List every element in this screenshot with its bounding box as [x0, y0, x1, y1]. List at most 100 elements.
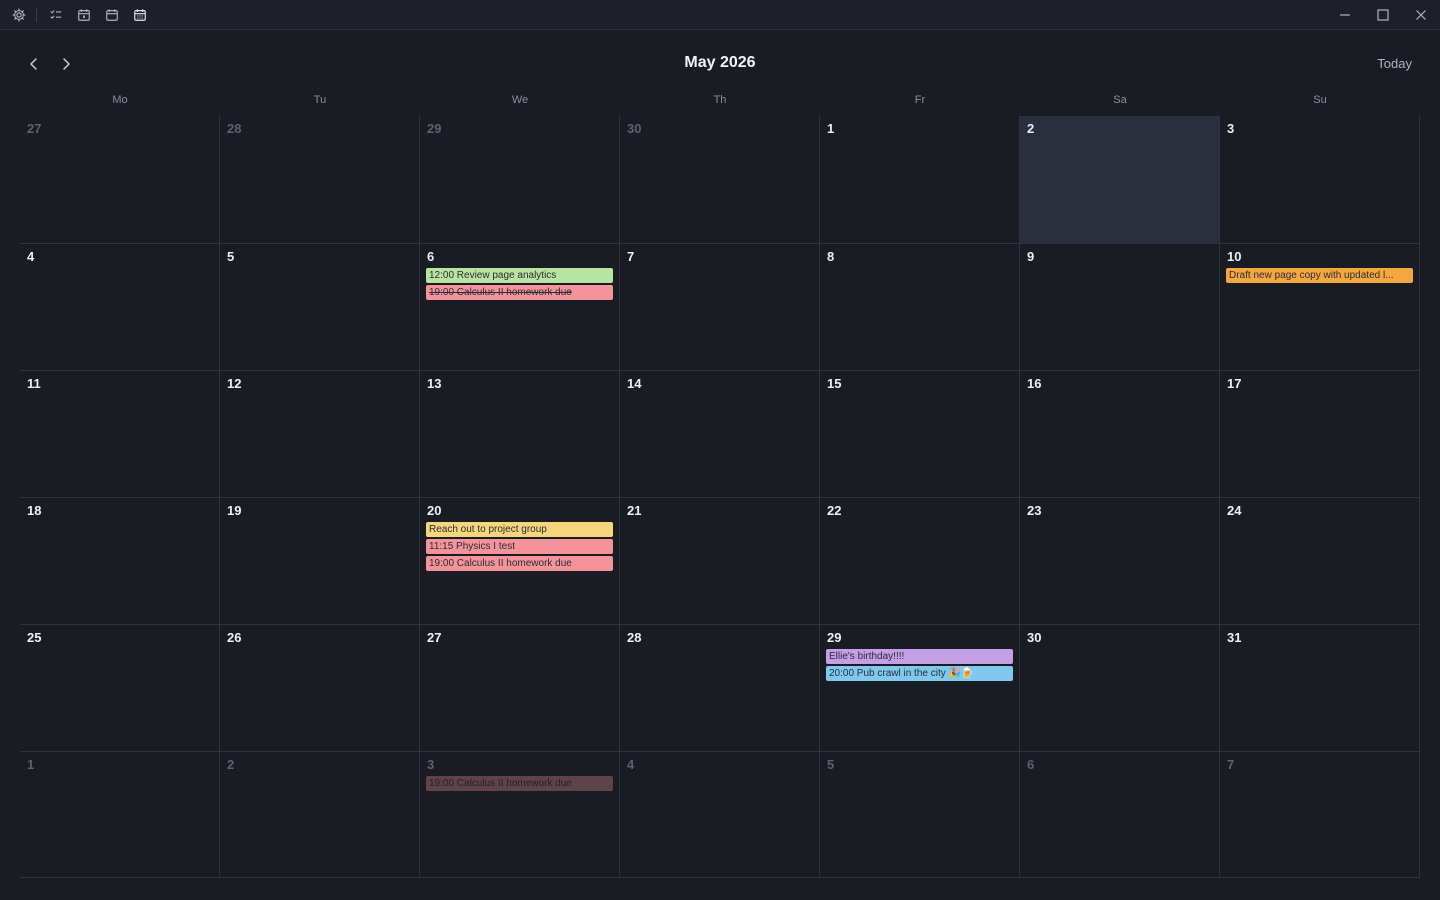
weekday-label: Fr [914, 94, 926, 106]
event-chip[interactable]: 19:00 Calculus II homework due [426, 556, 613, 571]
day-cell[interactable]: 19 [220, 497, 420, 624]
day-cell[interactable]: 8 [820, 243, 1020, 370]
day-cell[interactable]: 10 Draft new page copy with updated l... [1220, 243, 1420, 370]
toolbar-divider [36, 8, 37, 22]
maximize-icon[interactable] [1364, 0, 1402, 30]
day-cell[interactable]: 2 [1020, 116, 1220, 243]
day-cell[interactable]: 23 [1020, 497, 1220, 624]
day-number: 29 [827, 630, 842, 645]
weekday-label: Mo [112, 94, 128, 106]
day-cell[interactable]: 9 [1020, 243, 1220, 370]
day-cell[interactable]: 27 [20, 116, 220, 243]
day-cell[interactable]: 14 [620, 370, 820, 497]
day-number: 23 [1027, 503, 1042, 518]
day-cell[interactable]: 22 [820, 497, 1020, 624]
calendar-month-icon[interactable] [127, 0, 153, 30]
task-list-icon[interactable] [43, 0, 69, 30]
day-cell[interactable]: 7 [1220, 751, 1420, 878]
day-number: 7 [1227, 757, 1235, 772]
day-cell[interactable]: 16 [1020, 370, 1220, 497]
day-cell[interactable]: 21 [620, 497, 820, 624]
event-chip[interactable]: Reach out to project group [426, 522, 613, 537]
event-chip[interactable]: 20:00 Pub crawl in the city 🎉🍺 [826, 666, 1013, 681]
event-list: 12:00 Review page analytics 19:00 Calculu… [426, 268, 613, 300]
day-number: 1 [827, 121, 835, 136]
gear-icon[interactable] [6, 0, 32, 30]
day-cell[interactable]: 15 [820, 370, 1020, 497]
day-cell[interactable]: 17 [1220, 370, 1420, 497]
day-cell[interactable]: 5 [220, 243, 420, 370]
day-cell[interactable]: 1 [820, 116, 1020, 243]
day-cell[interactable]: 7 [620, 243, 820, 370]
day-cell[interactable]: 13 [420, 370, 620, 497]
day-number: 4 [627, 757, 635, 772]
day-number: 14 [627, 376, 642, 391]
day-cell[interactable]: 28 [220, 116, 420, 243]
day-number: 3 [427, 757, 435, 772]
day-number: 6 [427, 249, 435, 264]
day-cell[interactable]: 3 [1220, 116, 1420, 243]
day-number: 28 [227, 121, 242, 136]
day-cell[interactable]: 11 [20, 370, 220, 497]
day-number: 27 [27, 121, 42, 136]
day-number: 2 [1027, 121, 1035, 136]
day-cell[interactable]: 24 [1220, 497, 1420, 624]
day-cell[interactable]: 26 [220, 624, 420, 751]
event-chip[interactable]: 12:00 Review page analytics [426, 268, 613, 283]
day-number: 5 [827, 757, 835, 772]
day-number: 9 [1027, 249, 1035, 264]
day-cell[interactable]: 31 [1220, 624, 1420, 751]
day-cell[interactable]: 1 [20, 751, 220, 878]
event-chip[interactable]: Draft new page copy with updated l... [1226, 268, 1413, 283]
day-cell[interactable]: 28 [620, 624, 820, 751]
day-number: 17 [1227, 376, 1242, 391]
day-number: 5 [227, 249, 235, 264]
day-cell[interactable]: 5 [820, 751, 1020, 878]
day-number: 7 [627, 249, 635, 264]
day-cell[interactable]: 27 [420, 624, 620, 751]
today-button[interactable]: Today [1377, 56, 1412, 71]
day-number: 16 [1027, 376, 1042, 391]
day-cell[interactable]: 29 [420, 116, 620, 243]
event-chip[interactable]: Ellie's birthday!!!! [826, 649, 1013, 664]
day-number: 30 [1027, 630, 1042, 645]
day-number: 27 [427, 630, 442, 645]
weekday-label: Sa [1113, 94, 1127, 106]
day-number: 18 [27, 503, 42, 518]
day-cell[interactable]: 18 [20, 497, 220, 624]
month-title: May 2026 [684, 54, 756, 71]
day-number: 6 [1027, 757, 1035, 772]
weekday-label: We [511, 94, 529, 106]
day-number: 25 [27, 630, 42, 645]
day-number: 2 [227, 757, 235, 772]
event-chip[interactable]: 19:00 Calculus II homework due [426, 285, 613, 300]
weekday-label: Su [1313, 94, 1327, 106]
day-number: 4 [27, 249, 35, 264]
day-number: 12 [227, 376, 242, 391]
event-chip[interactable]: 11:15 Physics I test [426, 539, 613, 554]
weekday-label: Tu [313, 94, 327, 106]
day-cell[interactable]: 29 Ellie's birthday!!!! 20:00 Pub crawl i… [820, 624, 1020, 751]
day-cell[interactable]: 30 [620, 116, 820, 243]
day-number: 21 [627, 503, 642, 518]
day-number: 8 [827, 249, 835, 264]
day-cell[interactable]: 2 [220, 751, 420, 878]
day-cell[interactable]: 3 19:00 Calculus II homework due [420, 751, 620, 878]
month-grid: 27 28 29 30 1 2 3 4 5 6 12:00 Review page analytic… [20, 116, 1420, 878]
day-cell[interactable]: 30 [1020, 624, 1220, 751]
day-number: 1 [27, 757, 35, 772]
close-icon[interactable] [1402, 0, 1440, 30]
day-number: 3 [1227, 121, 1235, 136]
minimize-icon[interactable] [1326, 0, 1364, 30]
calendar-week-icon[interactable] [99, 0, 125, 30]
day-cell[interactable]: 4 [20, 243, 220, 370]
event-chip[interactable]: 19:00 Calculus II homework due [426, 776, 613, 791]
day-cell[interactable]: 4 [620, 751, 820, 878]
day-cell[interactable]: 25 [20, 624, 220, 751]
day-cell[interactable]: 12 [220, 370, 420, 497]
day-cell[interactable]: 6 12:00 Review page analytics 19:00 Calcul… [420, 243, 620, 370]
day-number: 31 [1227, 630, 1242, 645]
day-cell[interactable]: 20 Reach out to project group 11:15 Physi… [420, 497, 620, 624]
calendar-day-icon[interactable] [71, 0, 97, 30]
day-cell[interactable]: 6 [1020, 751, 1220, 878]
